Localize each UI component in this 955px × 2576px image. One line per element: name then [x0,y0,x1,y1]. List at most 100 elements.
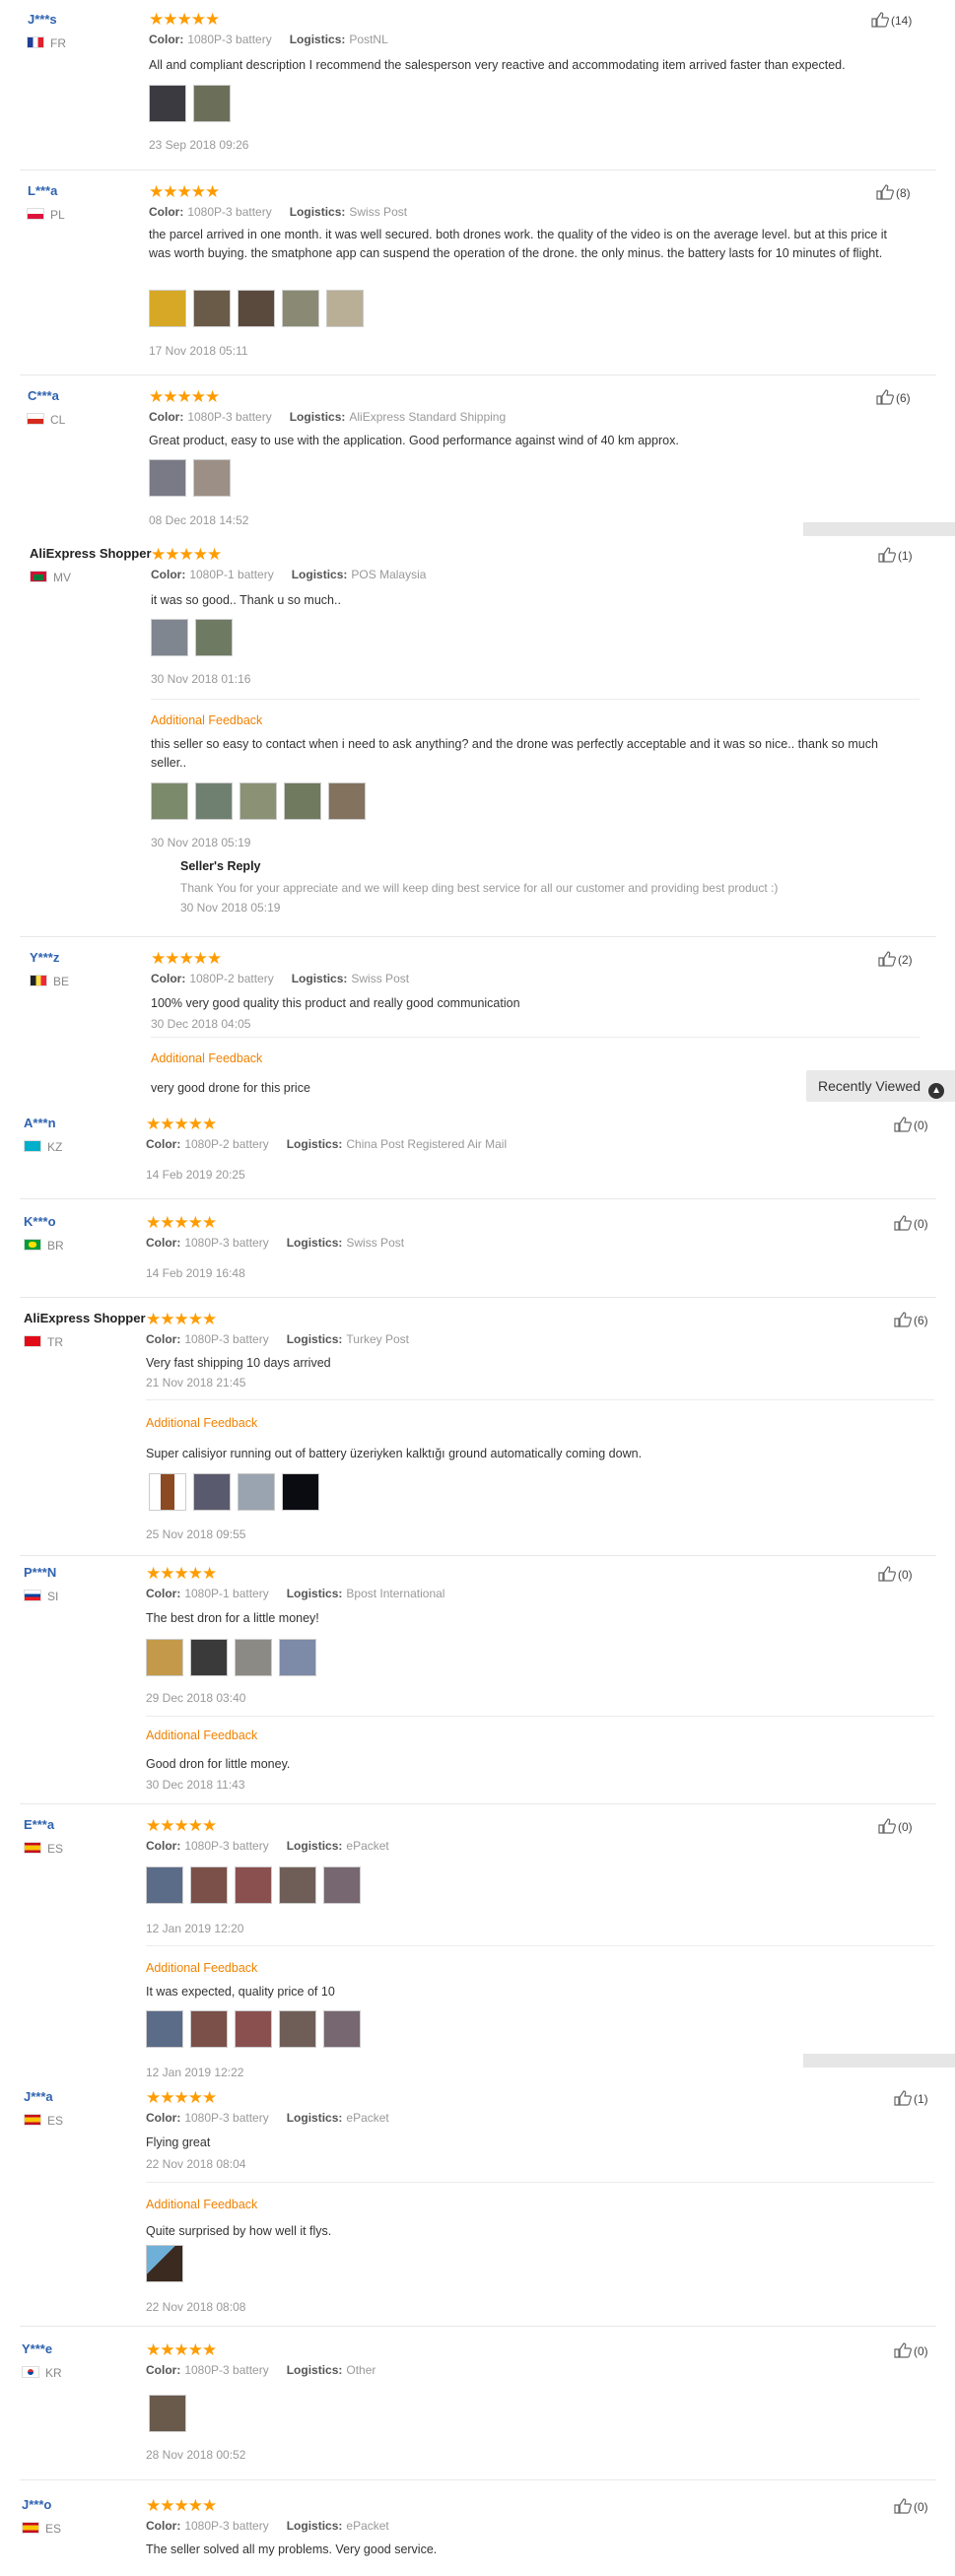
review-photo[interactable] [323,1866,361,1904]
review-date: 29 Dec 2018 03:40 [146,1691,246,1705]
helpful-button[interactable]: (0) [894,1215,928,1231]
helpful-button[interactable]: (2) [878,951,913,967]
review-photo[interactable] [149,290,186,327]
review-photo[interactable] [151,619,188,656]
reviewer-country: KR [22,2366,62,2380]
feedback-date: 12 Jan 2019 12:22 [146,2066,244,2079]
review-photo[interactable] [238,1473,275,1511]
review-date: 12 Jan 2019 12:20 [146,1922,244,1935]
helpful-button[interactable]: (0) [878,1818,913,1834]
review-photos [146,1866,368,1904]
review-photo[interactable] [149,459,186,497]
review-meta: Color: 1080P-3 battery Logistics: Swiss Pos… [146,1236,405,1250]
star-rating: ★★★★★ [149,182,220,201]
helpful-button[interactable]: (8) [876,184,911,200]
review-photo[interactable] [235,1866,272,1904]
additional-feedback-text: It was expected, quality price of 10 [146,1985,335,1999]
flag-icon [24,2114,41,2126]
review-text: Flying great [146,2135,211,2149]
review-text: the parcel arrived in one month. it was … [149,228,888,260]
review-photo[interactable] [190,2010,228,2048]
review-photo[interactable] [238,290,275,327]
review-photo[interactable] [193,85,231,122]
review-photo[interactable] [149,2395,186,2432]
country-code: ES [45,2522,62,2536]
review-photo[interactable] [235,2010,272,2048]
thumbs-up-icon [894,1215,912,1231]
recently-viewed-button[interactable]: Recently Viewed ▲ [806,1070,955,1102]
review-text: The best dron for a little money! [146,1611,319,1625]
reviewer-name[interactable]: P***N [24,1565,56,1580]
reviewer-name[interactable]: K***o [24,1214,56,1229]
helpful-button[interactable]: (0) [878,1566,913,1582]
review-photo[interactable] [284,782,321,820]
star-rating: ★★★★★ [146,1310,217,1328]
country-code: PL [50,208,65,222]
review-photo[interactable] [235,1639,272,1676]
reviewer-name[interactable]: AliExpress Shopper [30,546,152,561]
review-divider [20,1198,936,1199]
reviewer-name[interactable]: Y***e [22,2341,52,2356]
review-photo[interactable] [146,2245,183,2282]
review-meta: Color: 1080P-3 battery Logistics: ePacket [146,2111,389,2125]
reviewer-name[interactable]: Y***z [30,950,59,965]
star-rating: ★★★★★ [146,2340,217,2359]
review-text: All and compliant description I recommen… [149,58,846,72]
country-code: ES [47,1842,64,1856]
reviewer-name[interactable]: L***a [28,183,57,198]
reviewer-name[interactable]: J***o [22,2497,51,2512]
review-photo[interactable] [279,1866,316,1904]
review-photo[interactable] [146,2010,183,2048]
review-photo[interactable] [195,619,233,656]
helpful-button[interactable]: (0) [894,2342,928,2358]
review-photo[interactable] [193,459,231,497]
additional-feedback-label: Additional Feedback [151,1051,263,1065]
review-photo[interactable] [282,290,319,327]
review-photo[interactable] [151,782,188,820]
thumbs-up-icon [878,1818,896,1834]
helpful-button[interactable]: (0) [894,1117,928,1132]
additional-feedback-text: Good dron for little money. [146,1757,291,1771]
overlay-strip [803,522,955,536]
review-photo[interactable] [193,1473,231,1511]
review-photo[interactable] [195,782,233,820]
review-photo[interactable] [190,1866,228,1904]
reviewer-name[interactable]: C***a [28,388,59,403]
review-photo[interactable] [323,2010,361,2048]
reviewer-name[interactable]: E***a [24,1817,54,1832]
reviewer-name[interactable]: J***s [28,12,57,27]
review-photo[interactable] [190,1639,228,1676]
review-photo[interactable] [328,782,366,820]
review-photo[interactable] [149,85,186,122]
helpful-button[interactable]: (6) [876,389,911,405]
review-photo[interactable] [326,290,364,327]
reviewer-name[interactable]: A***n [24,1116,56,1130]
review-photo[interactable] [282,1473,319,1511]
flag-icon [22,2522,39,2534]
review-photo[interactable] [146,1866,183,1904]
country-code: SI [47,1590,59,1603]
thumbs-up-icon [894,2342,912,2358]
helpful-button[interactable]: (1) [878,547,913,563]
helpful-button[interactable]: (0) [894,2498,928,2514]
helpful-button[interactable]: (14) [871,12,912,28]
review-photo[interactable] [279,2010,316,2048]
helpful-button[interactable]: (6) [894,1312,928,1327]
reviewer-name[interactable]: J***a [24,2089,53,2104]
sellers-reply-label: Seller's Reply [180,859,261,873]
helpful-button[interactable]: (1) [894,2090,928,2106]
reviewer-country: KZ [24,1140,62,1154]
flag-icon [24,1842,41,1854]
star-rating: ★★★★★ [149,10,220,29]
review-divider [20,1803,936,1804]
review-photo[interactable] [279,1639,316,1676]
thumbs-up-icon [894,1312,912,1327]
review-photo[interactable] [149,1473,186,1511]
reviewer-name[interactable]: AliExpress Shopper [24,1311,146,1325]
review-divider [20,2479,936,2480]
thumbs-up-icon [894,2498,912,2514]
review-photo[interactable] [146,1639,183,1676]
review-photos [146,1639,323,1676]
review-photo[interactable] [193,290,231,327]
review-photo[interactable] [239,782,277,820]
